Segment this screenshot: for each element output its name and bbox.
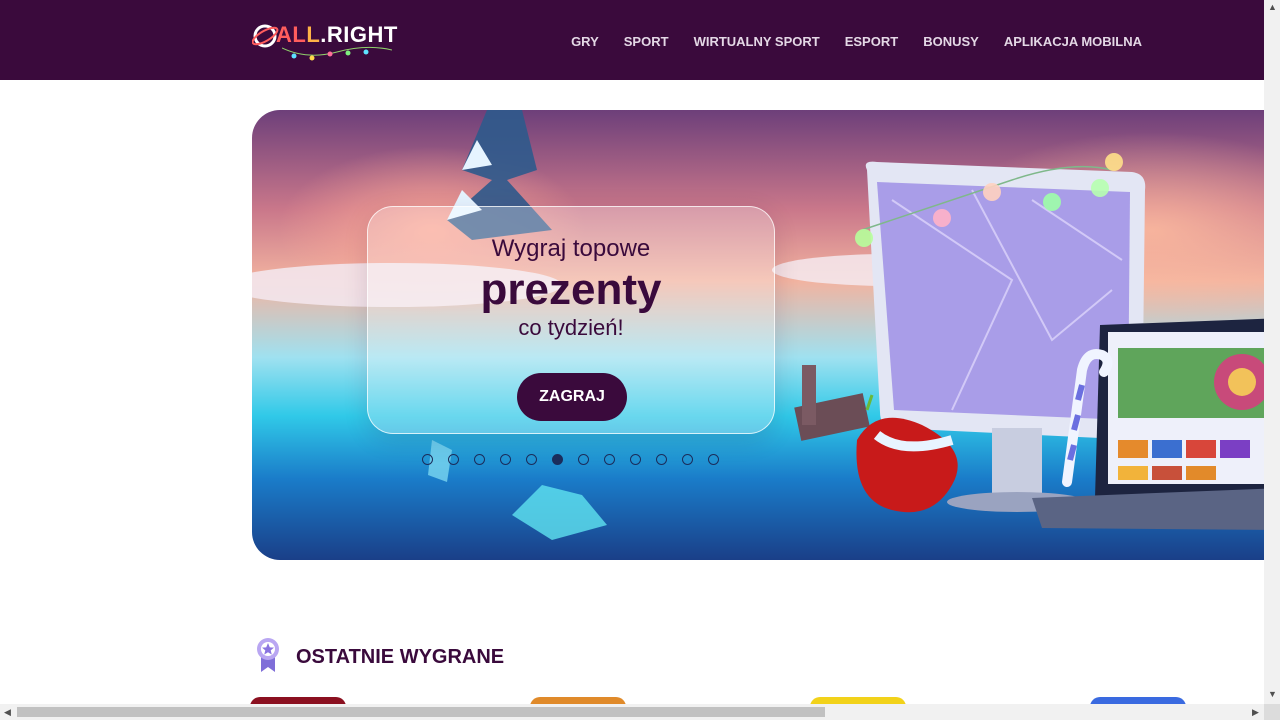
carousel-dot[interactable]	[682, 454, 693, 465]
carousel-dot[interactable]	[656, 454, 667, 465]
carousel-dot[interactable]	[604, 454, 615, 465]
promo-line-1: Wygraj topowe	[491, 235, 651, 262]
promo-banner[interactable]: Wygraj topowe prezenty co tydzień! ZAGRA…	[252, 110, 1264, 560]
promo-line-3: co tydzień!	[518, 315, 624, 340]
recent-win-tile[interactable]	[1090, 697, 1186, 704]
carousel-dot[interactable]	[526, 454, 537, 465]
recent-win-tile[interactable]	[530, 697, 626, 704]
promo-card: Wygraj topowe prezenty co tydzień! ZAGRA…	[367, 206, 775, 434]
carousel-dot[interactable]	[422, 454, 433, 465]
scrollbar-corner	[1264, 704, 1280, 720]
nav-item-sport[interactable]: SPORT	[624, 34, 669, 49]
allright-logo[interactable]: ALL.RIGHT	[252, 18, 397, 64]
scroll-down-arrow-icon[interactable]: ▼	[1268, 690, 1277, 699]
recent-win-tile[interactable]	[250, 697, 346, 704]
main-nav: GRY SPORT WIRTUALNY SPORT ESPORT BONUSY …	[546, 34, 1142, 49]
nav-item-bonusy[interactable]: BONUSY	[923, 34, 979, 49]
page-viewport: ALL.RIGHT GRY SPORT WIRTUALNY SPORT ESPO…	[0, 0, 1264, 704]
nav-item-gry[interactable]: GRY	[571, 34, 599, 49]
carousel-dot[interactable]	[474, 454, 485, 465]
recent-wins-title: OSTATNIE WYGRANE	[296, 646, 505, 668]
christmas-lights-icon	[282, 46, 392, 61]
promo-headline: prezenty	[480, 265, 662, 314]
nav-item-aplikacja-mobilna[interactable]: APLIKACJA MOBILNA	[1004, 34, 1142, 49]
carousel-dot[interactable]	[630, 454, 641, 465]
nav-item-esport[interactable]: ESPORT	[845, 34, 898, 49]
scroll-up-arrow-icon[interactable]: ▲	[1268, 3, 1277, 12]
horizontal-scrollbar[interactable]: ◀ ▶	[0, 704, 1264, 720]
nav-item-wirtualny-sport[interactable]: WIRTUALNY SPORT	[694, 34, 820, 49]
zagraj-button[interactable]: ZAGRAJ	[517, 373, 627, 421]
scroll-right-arrow-icon[interactable]: ▶	[1252, 708, 1259, 717]
horizontal-scroll-thumb[interactable]	[17, 707, 825, 717]
carousel-dot[interactable]	[500, 454, 511, 465]
vertical-scrollbar[interactable]: ▲ ▼	[1264, 0, 1280, 704]
carousel-dot[interactable]	[708, 454, 719, 465]
carousel-dots	[422, 454, 734, 465]
award-ribbon-icon	[257, 638, 279, 672]
scroll-left-arrow-icon[interactable]: ◀	[4, 708, 11, 717]
carousel-dot[interactable]	[578, 454, 589, 465]
recent-win-tile[interactable]	[810, 697, 906, 704]
carousel-dot[interactable]	[448, 454, 459, 465]
site-header: ALL.RIGHT GRY SPORT WIRTUALNY SPORT ESPO…	[0, 0, 1264, 80]
carousel-dot-active[interactable]	[552, 454, 563, 465]
